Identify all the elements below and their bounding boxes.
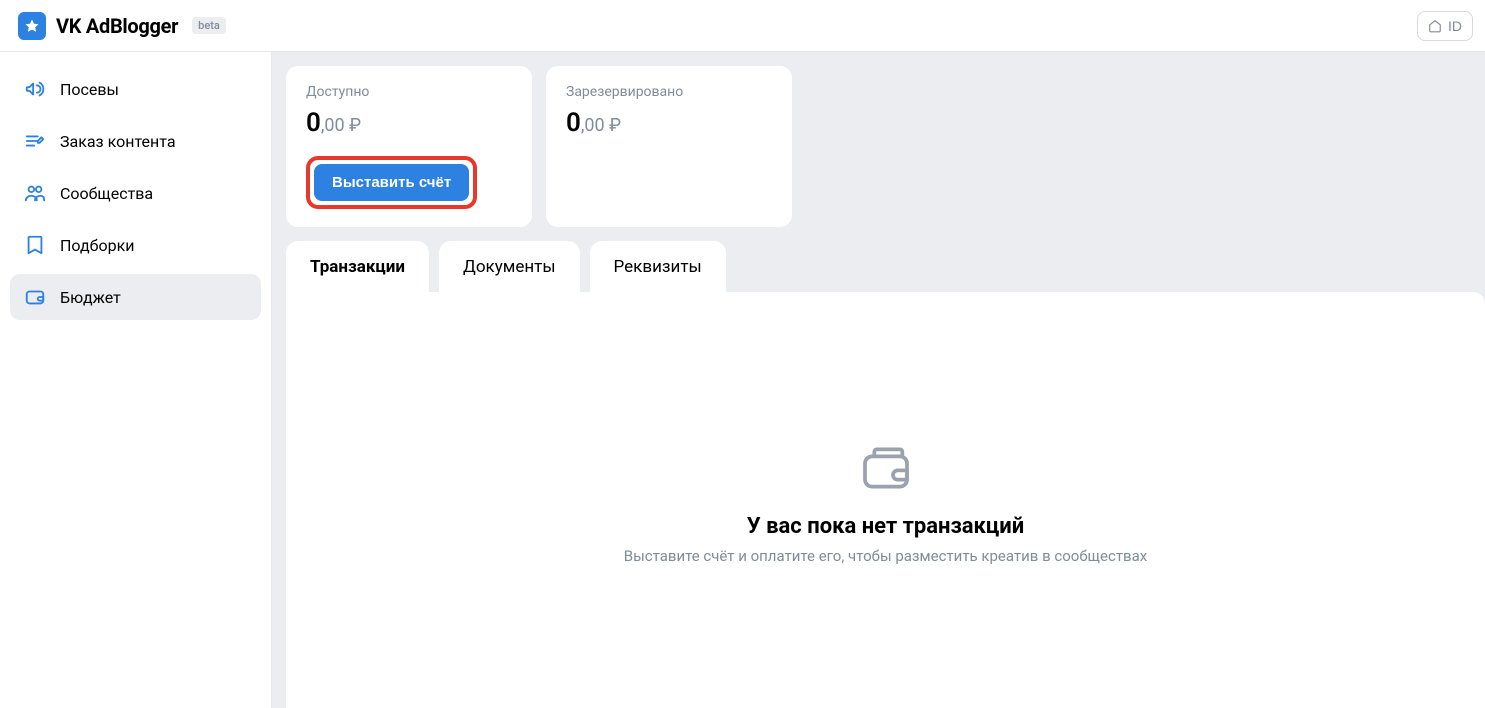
sidebar: Посевы Заказ контента Сообщества	[0, 52, 272, 708]
topbar: VK AdBlogger beta ID	[0, 0, 1485, 52]
available-amount: 0,00 ₽	[306, 108, 512, 138]
bookmark-icon	[24, 234, 46, 256]
sidebar-item-seeding[interactable]: Посевы	[10, 66, 261, 112]
id-button[interactable]: ID	[1417, 11, 1473, 41]
tab-requisites[interactable]: Реквизиты	[590, 241, 726, 293]
reserved-card: Зарезервировано 0,00 ₽	[546, 66, 792, 227]
invoice-button-highlight: Выставить счёт	[306, 156, 477, 209]
edit-lines-icon	[24, 130, 46, 152]
sidebar-item-label: Заказ контента	[60, 132, 176, 151]
invoice-button[interactable]: Выставить счёт	[314, 164, 469, 201]
users-icon	[24, 182, 46, 204]
amount-int: 0	[566, 108, 581, 138]
brand-badge: beta	[192, 17, 226, 34]
reserved-label: Зарезервировано	[566, 84, 772, 100]
sidebar-item-budget[interactable]: Бюджет	[10, 274, 261, 320]
empty-wallet-icon	[624, 440, 1147, 500]
brand: VK AdBlogger beta	[18, 12, 226, 40]
summary-cards-row: Доступно 0,00 ₽ Выставить счёт Зарезерви…	[286, 66, 1485, 227]
wallet-icon	[24, 286, 46, 308]
available-label: Доступно	[306, 84, 512, 100]
main-content: Доступно 0,00 ₽ Выставить счёт Зарезерви…	[272, 52, 1485, 708]
available-card: Доступно 0,00 ₽ Выставить счёт	[286, 66, 532, 227]
tab-documents[interactable]: Документы	[439, 241, 580, 293]
tab-transactions[interactable]: Транзакции	[286, 241, 429, 293]
empty-title: У вас пока нет транзакций	[624, 514, 1147, 539]
empty-state: У вас пока нет транзакций Выставите счёт…	[624, 440, 1147, 565]
sidebar-item-label: Посевы	[60, 80, 119, 99]
brand-title: VK AdBlogger	[56, 14, 178, 38]
transactions-panel: У вас пока нет транзакций Выставите счёт…	[286, 292, 1485, 708]
tab-label: Транзакции	[310, 257, 405, 277]
sidebar-item-label: Сообщества	[60, 184, 153, 203]
id-label: ID	[1448, 18, 1462, 34]
empty-subtitle: Выставите счёт и оплатите его, чтобы раз…	[624, 547, 1147, 565]
sidebar-item-communities[interactable]: Сообщества	[10, 170, 261, 216]
sidebar-item-label: Подборки	[60, 236, 134, 255]
tab-label: Документы	[463, 257, 556, 277]
sidebar-item-collections[interactable]: Подборки	[10, 222, 261, 268]
amount-dec: ,00 ₽	[321, 115, 361, 136]
tabs: Транзакции Документы Реквизиты	[286, 241, 1485, 293]
sidebar-item-label: Бюджет	[60, 288, 121, 307]
sidebar-item-content-order[interactable]: Заказ контента	[10, 118, 261, 164]
brand-logo-icon	[18, 12, 46, 40]
amount-int: 0	[306, 108, 321, 138]
tab-label: Реквизиты	[614, 257, 702, 277]
megaphone-icon	[24, 78, 46, 100]
amount-dec: ,00 ₽	[581, 115, 621, 136]
reserved-amount: 0,00 ₽	[566, 108, 772, 138]
